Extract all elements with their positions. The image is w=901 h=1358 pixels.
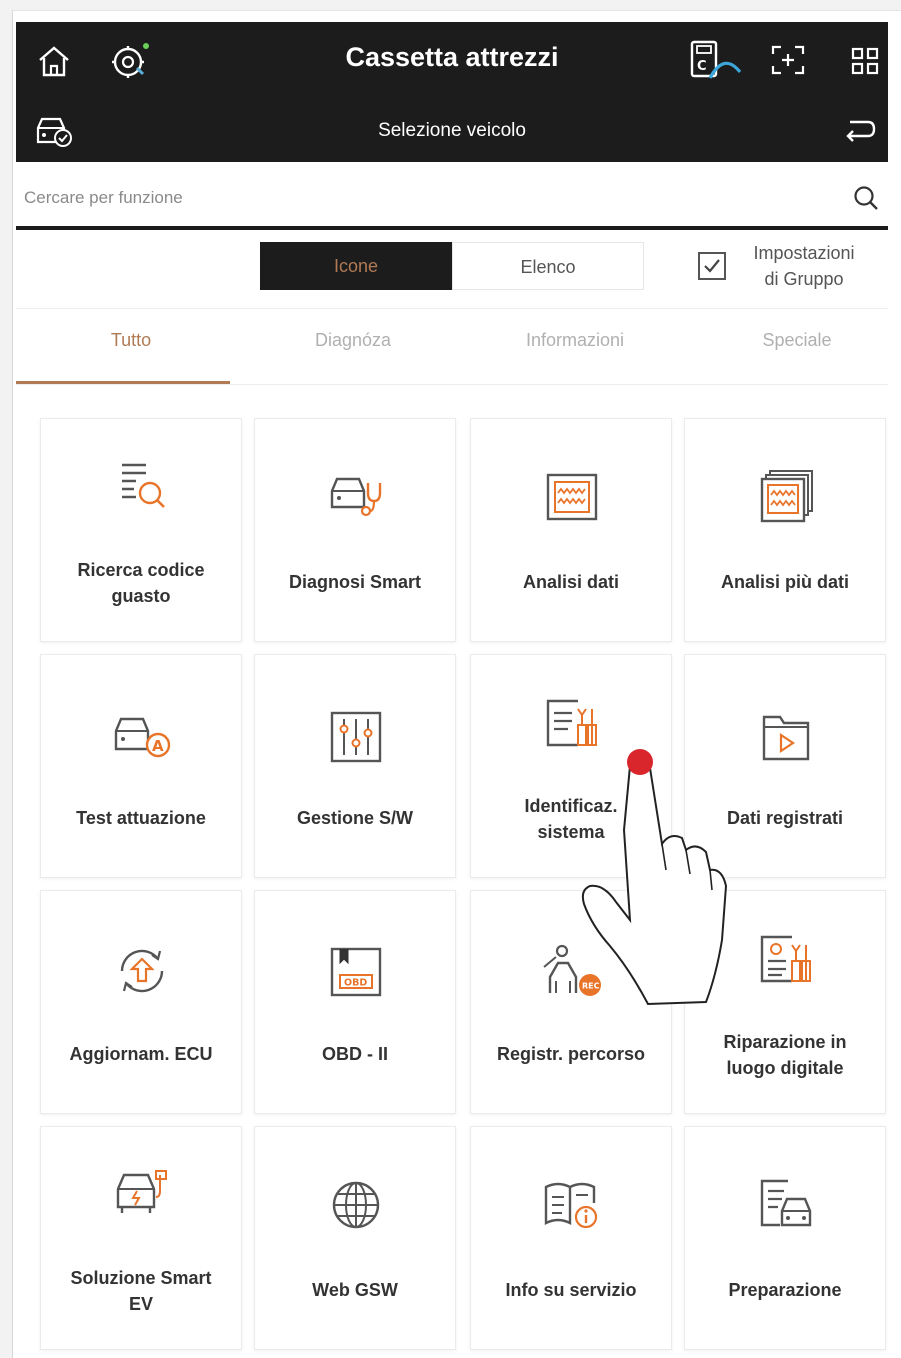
vehicle-selection-label[interactable]: Selezione veicolo bbox=[16, 120, 888, 142]
icon-view-toggle[interactable]: Icone bbox=[260, 242, 452, 290]
screen-capture-icon[interactable] bbox=[770, 44, 806, 76]
multi-data-analysis-icon bbox=[760, 470, 813, 523]
grid-menu-icon[interactable] bbox=[850, 46, 880, 76]
tool-tile-software-management[interactable]: Gestione S/W bbox=[254, 654, 456, 878]
group-settings[interactable]: Impostazioni di Gruppo bbox=[694, 240, 874, 296]
smart-ev-icon bbox=[116, 1170, 167, 1213]
tool-label: OBD - II bbox=[322, 1044, 388, 1064]
service-info-icon bbox=[544, 1182, 598, 1229]
list-view-toggle[interactable]: Elenco bbox=[452, 242, 644, 290]
search-bar[interactable]: Cercare per funzione bbox=[16, 162, 888, 230]
divider bbox=[16, 384, 888, 385]
data-analysis-icon bbox=[546, 473, 598, 521]
actuation-test-icon: A bbox=[114, 717, 171, 758]
tap-gesture-hand-icon bbox=[581, 749, 728, 1006]
tool-label: Ricerca codice guasto bbox=[77, 560, 205, 606]
obd-icon: OBD bbox=[330, 947, 382, 997]
globe-icon bbox=[332, 1181, 380, 1229]
svg-text:C: C bbox=[697, 59, 707, 74]
search-input[interactable]: Cercare per funzione bbox=[24, 188, 183, 208]
ecu-update-icon bbox=[120, 949, 164, 993]
preparation-icon bbox=[760, 1179, 812, 1227]
tool-label: Riparazione in luogo digitale bbox=[723, 1032, 847, 1078]
tool-label: Gestione S/W bbox=[296, 808, 413, 828]
tool-tile-dtc-search[interactable]: Ricerca codice guasto bbox=[40, 418, 242, 642]
tool-tile-multi-data-analysis[interactable]: Analisi più dati bbox=[684, 418, 886, 642]
tool-tile-data-analysis[interactable]: Analisi dati bbox=[470, 418, 672, 642]
tool-tile-service-info[interactable]: Info su servizio bbox=[470, 1126, 672, 1350]
tool-tile-smart-diagnosis[interactable]: Diagnosi Smart bbox=[254, 418, 456, 642]
recorded-data-icon bbox=[762, 715, 810, 761]
divider bbox=[16, 308, 888, 309]
dtc-search-icon bbox=[122, 463, 165, 508]
software-management-icon bbox=[330, 711, 382, 763]
svg-text:A: A bbox=[152, 737, 164, 755]
tool-label: Soluzione Smart EV bbox=[70, 1268, 212, 1314]
tool-tile-ecu-update[interactable]: Aggiornam. ECU bbox=[40, 890, 242, 1114]
tool-label: Aggiornam. ECU bbox=[69, 1044, 213, 1064]
tool-label: Test attuazione bbox=[76, 808, 206, 828]
tool-tile-actuation-test[interactable]: A Test attuazione bbox=[40, 654, 242, 878]
group-settings-checkbox[interactable] bbox=[698, 252, 726, 280]
tool-tile-preparation[interactable]: Preparazione bbox=[684, 1126, 886, 1350]
return-icon[interactable] bbox=[842, 116, 878, 146]
tab-diagnoza[interactable]: Diagnóza bbox=[244, 330, 462, 351]
vci-connection-icon[interactable]: C bbox=[688, 38, 744, 82]
tool-label: Preparazione bbox=[728, 1280, 842, 1300]
tool-label: Diagnosi Smart bbox=[288, 572, 422, 592]
tab-tutto[interactable]: Tutto bbox=[22, 330, 240, 351]
tool-label: Analisi più dati bbox=[720, 572, 849, 592]
group-settings-label: Impostazioni di Gruppo bbox=[753, 243, 855, 289]
tool-label: Registr. percorso bbox=[496, 1044, 646, 1064]
svg-text:OBD: OBD bbox=[344, 978, 367, 989]
digital-repair-icon bbox=[760, 935, 811, 983]
page-title: Cassetta attrezzi bbox=[345, 42, 559, 72]
tool-label: Analisi dati bbox=[522, 572, 620, 592]
tab-speciale[interactable]: Speciale bbox=[688, 330, 901, 351]
search-icon[interactable] bbox=[852, 184, 880, 212]
tab-informazioni[interactable]: Informazioni bbox=[466, 330, 684, 351]
title-bar: Cassetta attrezzi C bbox=[16, 22, 888, 100]
tool-tile-smart-ev[interactable]: Soluzione Smart EV bbox=[40, 1126, 242, 1350]
tool-tile-obd[interactable]: OBD OBD - II bbox=[254, 890, 456, 1114]
tool-label: Info su servizio bbox=[505, 1280, 637, 1300]
vehicle-selection-bar[interactable]: Selezione veicolo bbox=[16, 100, 888, 162]
smart-diagnosis-icon bbox=[330, 477, 382, 517]
checkmark-icon bbox=[704, 259, 720, 273]
tool-label: Web GSW bbox=[312, 1280, 398, 1300]
tool-tile-web-gsw[interactable]: Web GSW bbox=[254, 1126, 456, 1350]
